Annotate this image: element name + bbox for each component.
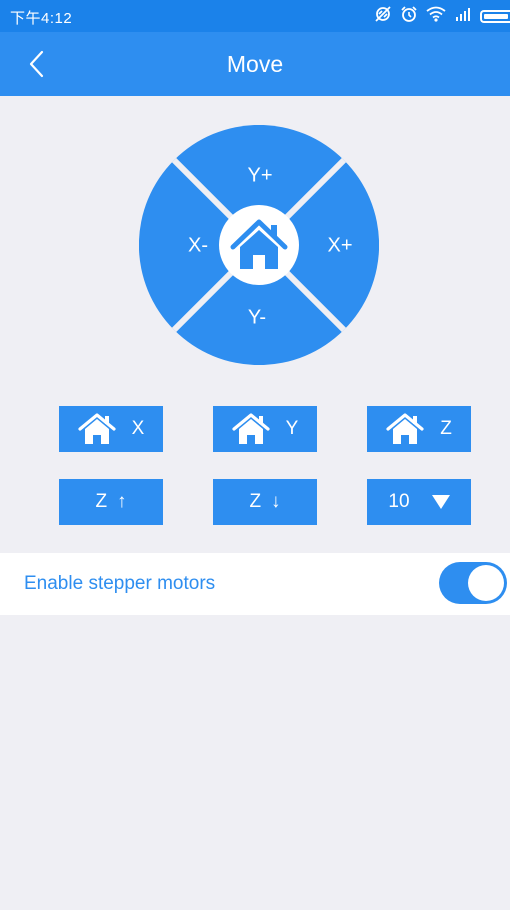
xy-jog-pad: Y+ X+ Y- X- — [139, 125, 379, 365]
stepper-motors-row: Enable stepper motors — [0, 553, 510, 615]
alarm-icon — [400, 5, 418, 27]
arrow-down-icon: ↓ — [271, 491, 281, 512]
home-icon — [386, 413, 424, 444]
toggle-knob — [468, 565, 504, 601]
caret-down-icon — [431, 495, 450, 509]
step-size-value: 10 — [388, 491, 410, 512]
home-icon — [78, 413, 116, 444]
home-z-button[interactable]: Z — [367, 406, 471, 452]
home-z-label: Z — [440, 418, 452, 439]
z-down-button[interactable]: Z ↓ — [213, 479, 317, 525]
z-down-label: Z — [249, 491, 262, 512]
status-bar: 下午4:12 — [0, 0, 510, 32]
stepper-motors-toggle[interactable] — [439, 562, 507, 604]
home-icon — [232, 413, 270, 444]
z-up-button[interactable]: Z ↑ — [59, 479, 163, 525]
step-size-select[interactable]: 10 — [367, 479, 471, 525]
battery-icon — [480, 9, 510, 23]
z-up-label: Z — [95, 491, 108, 512]
home-y-label: Y — [285, 418, 299, 439]
app-bar: Move — [0, 32, 510, 96]
home-all-button[interactable] — [219, 205, 299, 285]
home-y-button[interactable]: Y — [213, 406, 317, 452]
status-time: 下午4:12 — [10, 10, 73, 27]
home-x-button[interactable]: X — [59, 406, 163, 452]
stepper-motors-label: Enable stepper motors — [24, 573, 216, 594]
page-title: Move — [226, 51, 284, 77]
sync-off-icon — [374, 5, 392, 27]
wifi-icon — [426, 6, 446, 26]
arrow-up-icon: ↑ — [117, 491, 127, 512]
signal-icon — [454, 7, 472, 25]
home-x-label: X — [131, 418, 145, 439]
status-icons — [374, 6, 510, 26]
